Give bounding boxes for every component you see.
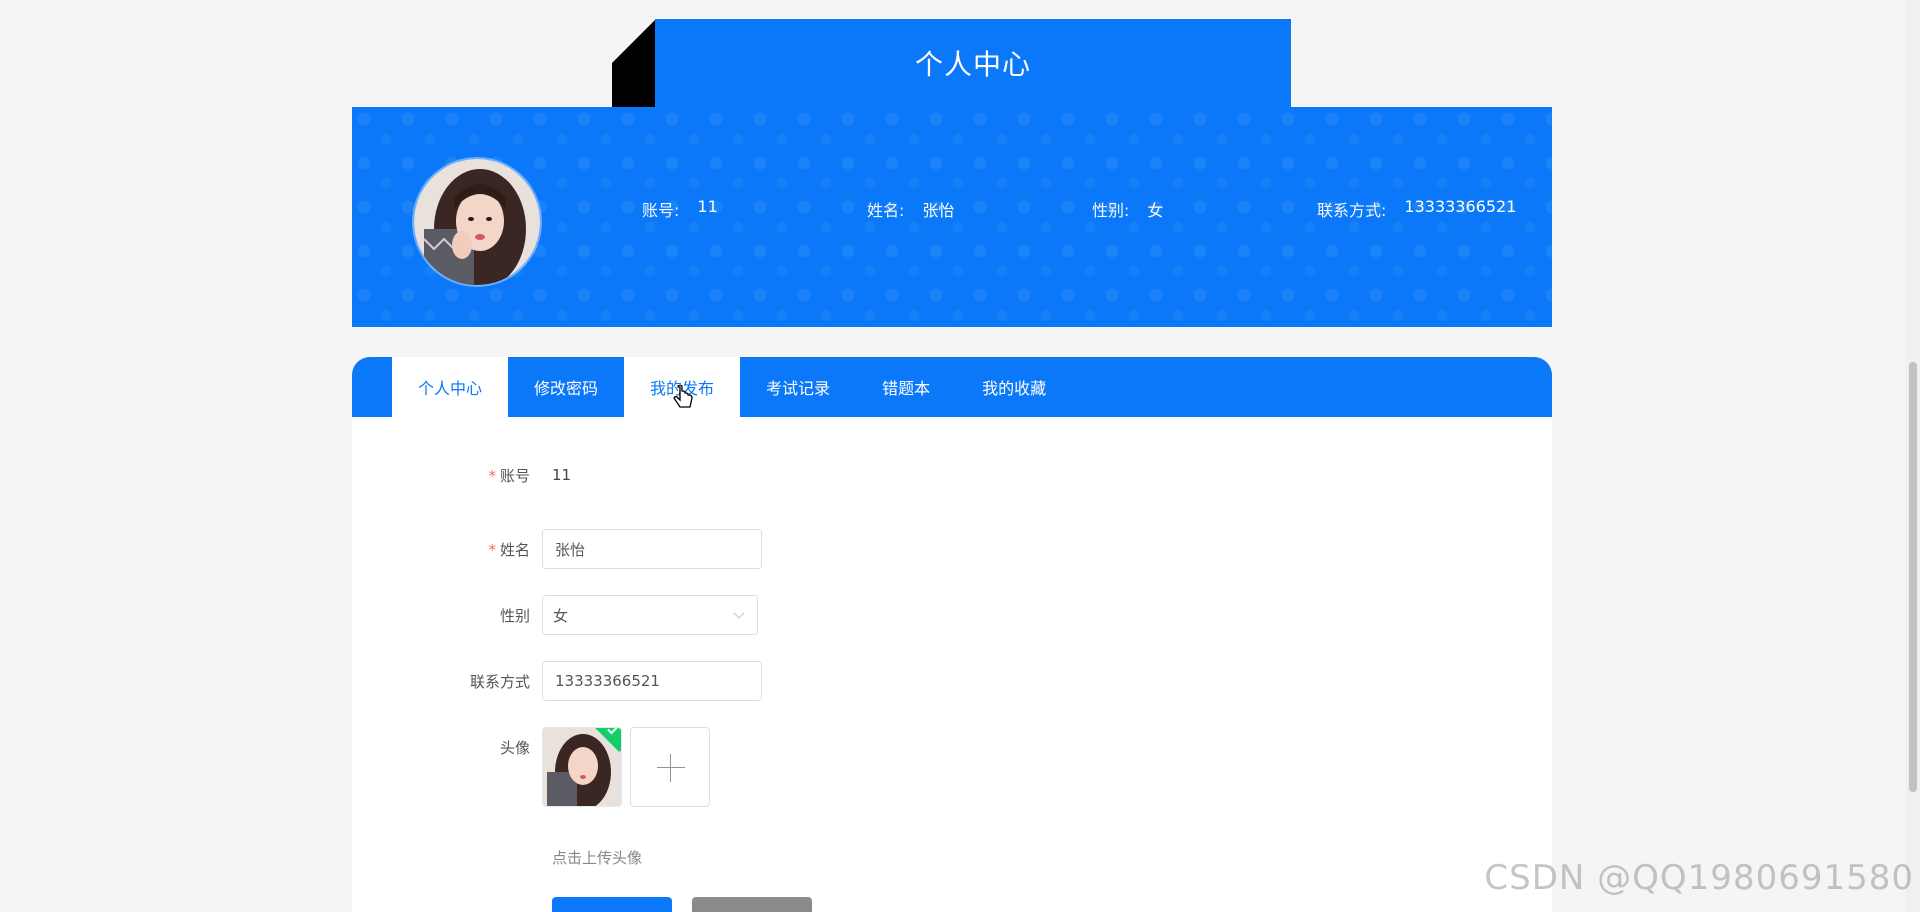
page-title: 个人中心 bbox=[655, 19, 1291, 107]
logout-button[interactable] bbox=[692, 897, 812, 912]
profile-contact: 联系方式: 13333366521 bbox=[1317, 197, 1516, 221]
profile-account-value: 11 bbox=[697, 197, 718, 216]
avatar bbox=[412, 157, 542, 287]
form-row-name: * 姓名 张怡 bbox=[352, 529, 762, 569]
account-label: * 账号 bbox=[488, 466, 530, 485]
contact-input[interactable]: 13333366521 bbox=[542, 661, 762, 701]
profile-name-value: 张怡 bbox=[922, 201, 955, 220]
check-icon bbox=[607, 728, 620, 735]
chevron-down-icon bbox=[733, 607, 745, 619]
user-center-tabs: 个人中心 修改密码 我的发布 考试记录 错题本 我的收藏 bbox=[352, 357, 1552, 417]
profile-account-label: 账号: bbox=[642, 201, 680, 220]
profile-name-label: 姓名: bbox=[867, 201, 905, 220]
profile-gender-label: 性别: bbox=[1092, 201, 1130, 220]
tab-wrong-questions[interactable]: 错题本 bbox=[856, 357, 956, 417]
tab-change-password[interactable]: 修改密码 bbox=[508, 357, 624, 417]
profile-gender-value: 女 bbox=[1147, 201, 1164, 220]
form-row-contact: 联系方式 13333366521 bbox=[352, 661, 762, 701]
upload-hint: 点击上传头像 bbox=[552, 849, 643, 867]
save-button[interactable] bbox=[552, 897, 672, 912]
page-scrollbar-thumb[interactable] bbox=[1909, 362, 1917, 792]
add-avatar-button[interactable] bbox=[630, 727, 710, 807]
profile-contact-label: 联系方式: bbox=[1317, 201, 1387, 220]
profile-form: *账号 11 *姓名 张怡 性别 女 联系方式 13333366521 头像 bbox=[352, 417, 1552, 912]
uploaded-avatar-thumbnail[interactable] bbox=[542, 727, 622, 807]
hand-cursor-icon bbox=[673, 385, 693, 408]
form-row-avatar: 头像 bbox=[352, 727, 710, 807]
gender-label: 性别 bbox=[499, 606, 530, 625]
name-label: * 姓名 bbox=[488, 540, 530, 559]
profile-contact-value: 13333366521 bbox=[1404, 197, 1517, 216]
title-fold-decoration bbox=[612, 19, 656, 107]
tab-my-favorites[interactable]: 我的收藏 bbox=[956, 357, 1072, 417]
form-row-gender: 性别 女 bbox=[352, 595, 758, 635]
avatar-portrait-image bbox=[414, 159, 540, 285]
account-value: 11 bbox=[552, 466, 572, 484]
watermark: CSDN @QQ1980691580 bbox=[1484, 858, 1914, 898]
contact-label: 联系方式 bbox=[469, 672, 530, 691]
tab-personal-center[interactable]: 个人中心 bbox=[392, 357, 509, 417]
name-input[interactable]: 张怡 bbox=[542, 529, 762, 569]
page-scrollbar-track[interactable] bbox=[1906, 0, 1920, 912]
tab-exam-records[interactable]: 考试记录 bbox=[740, 357, 856, 417]
profile-name: 姓名: 张怡 bbox=[867, 197, 954, 221]
avatar-label: 头像 bbox=[499, 739, 530, 757]
form-row-account: * 账号 11 bbox=[352, 463, 571, 487]
gender-selected-value: 女 bbox=[553, 606, 569, 625]
gender-select[interactable]: 女 bbox=[542, 595, 758, 635]
profile-account: 账号: 11 bbox=[642, 197, 718, 221]
profile-gender: 性别: 女 bbox=[1092, 197, 1163, 221]
profile-summary-panel: 账号: 11 姓名: 张怡 性别: 女 联系方式: 13333366521 bbox=[352, 107, 1552, 327]
